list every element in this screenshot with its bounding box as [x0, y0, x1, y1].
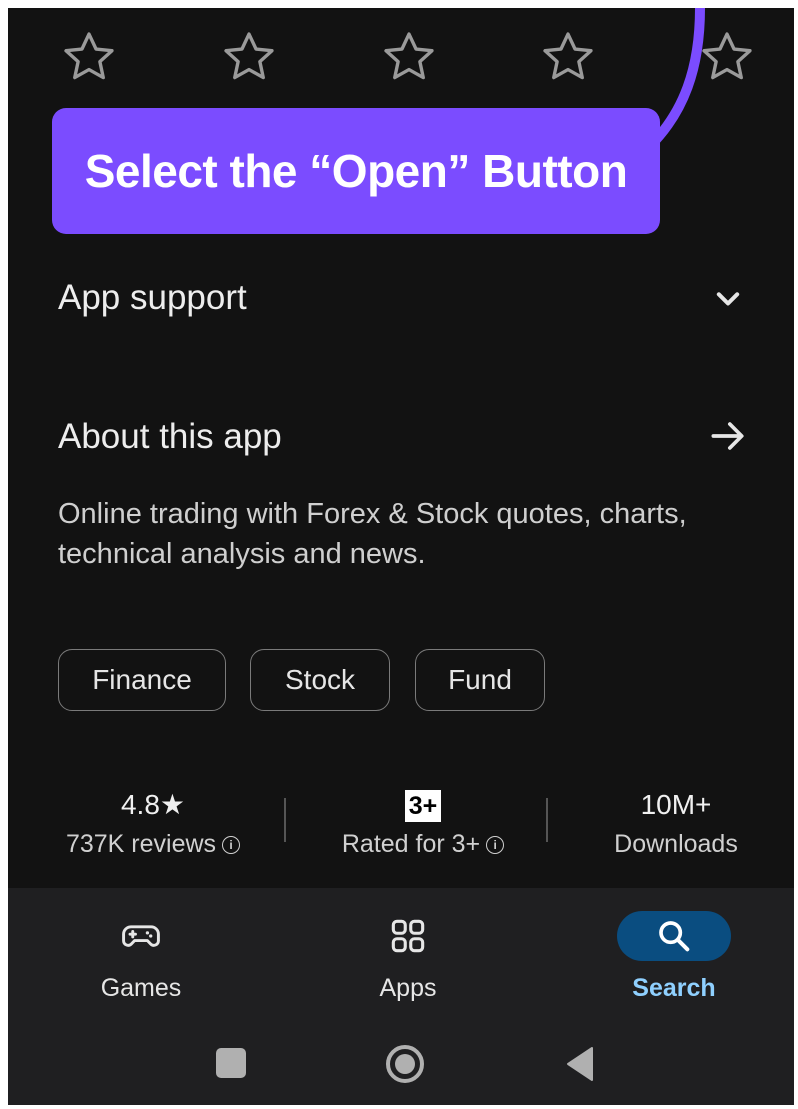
star-icon[interactable] — [60, 28, 120, 88]
nav-item-games[interactable]: Games — [41, 908, 241, 1003]
downloads-value: 10M+ — [640, 789, 712, 820]
tag-chip-finance[interactable]: Finance — [58, 649, 226, 711]
app-support-title: App support — [58, 278, 247, 317]
recents-square-icon[interactable] — [216, 1048, 246, 1078]
rating-stat: 4.8★ 737K reviews i — [48, 788, 258, 859]
about-app-title: About this app — [58, 417, 282, 456]
callout-text: Select the “Open” Button — [84, 145, 628, 197]
chevron-down-icon[interactable] — [706, 276, 750, 320]
arrow-right-icon[interactable] — [706, 414, 750, 458]
home-circle-icon[interactable] — [384, 1043, 426, 1090]
rate-app-stars — [8, 28, 794, 88]
rated-3plus-badge: 3+ — [404, 790, 442, 822]
nav-label-search: Search — [632, 974, 716, 1002]
star-icon[interactable] — [220, 28, 280, 88]
app-description: Online trading with Forex & Stock quotes… — [58, 498, 687, 570]
info-icon[interactable]: i — [222, 835, 241, 854]
active-indicator-pill — [617, 911, 731, 961]
info-icon[interactable]: i — [486, 835, 505, 854]
instruction-callout: Select the “Open” Button — [52, 108, 660, 234]
app-details-screen: Select the “Open” Button App support Abo… — [8, 8, 794, 1105]
gamepad-icon — [122, 925, 160, 947]
search-icon — [659, 921, 690, 952]
apps-grid-icon — [391, 919, 425, 953]
reviews-count: 737K reviews — [65, 830, 217, 858]
content-rating-label: Rated for 3+ — [341, 830, 481, 858]
nav-label-games: Games — [100, 974, 182, 1002]
rating-value: 4.8★ — [120, 789, 186, 820]
nav-item-apps[interactable]: Apps — [308, 908, 508, 1003]
downloads-stat: 10M+ Downloads — [586, 788, 766, 859]
star-icon[interactable] — [698, 28, 758, 88]
tag-chip-stock[interactable]: Stock — [250, 649, 390, 711]
stat-divider — [546, 798, 548, 842]
back-triangle-icon[interactable] — [564, 1046, 594, 1087]
tag-chip-fund[interactable]: Fund — [415, 649, 545, 711]
star-icon[interactable] — [380, 28, 440, 88]
stat-divider — [284, 798, 286, 842]
star-icon[interactable] — [539, 28, 599, 88]
downloads-label: Downloads — [614, 830, 738, 858]
content-rating-stat: 3+ Rated for 3+ i — [308, 788, 538, 859]
nav-item-search[interactable]: Search — [574, 908, 774, 1003]
nav-label-apps: Apps — [379, 974, 437, 1002]
